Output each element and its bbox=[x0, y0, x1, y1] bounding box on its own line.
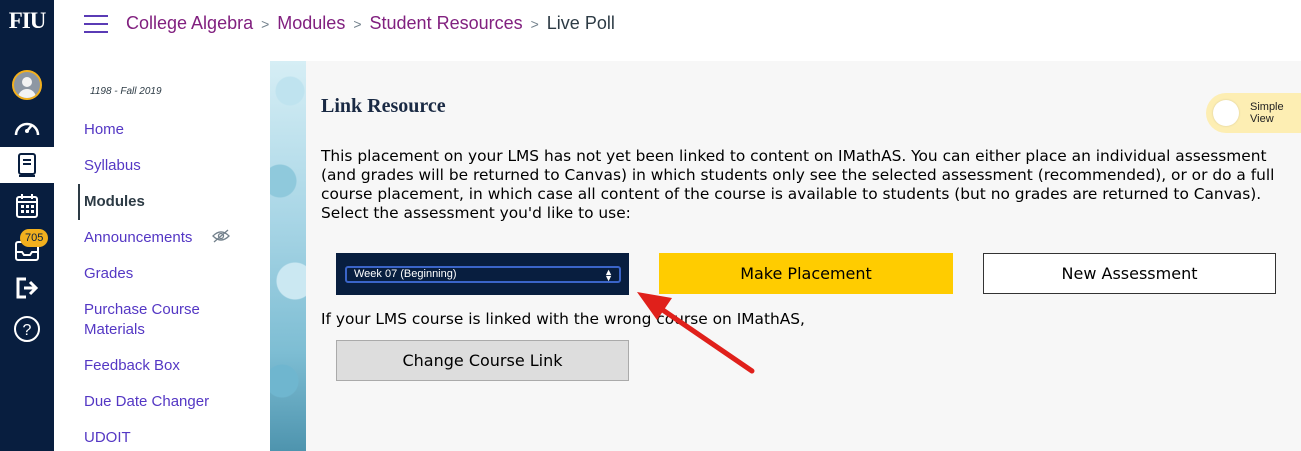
global-nav: FIU 705 ? bbox=[0, 0, 54, 451]
svg-text:?: ? bbox=[23, 322, 32, 339]
course-nav-grades[interactable]: Grades bbox=[84, 264, 133, 284]
dashboard-icon bbox=[14, 122, 40, 136]
calendar-nav[interactable] bbox=[0, 188, 54, 224]
course-nav-home[interactable]: Home bbox=[84, 120, 124, 140]
course-nav-announcements[interactable]: Announcements bbox=[84, 228, 192, 248]
breadcrumb-separator: > bbox=[530, 16, 539, 32]
background-art bbox=[270, 61, 306, 451]
courses-icon bbox=[18, 153, 36, 177]
logout-icon bbox=[16, 277, 39, 299]
breadcrumb-student-resources[interactable]: Student Resources bbox=[370, 13, 523, 33]
account-icon bbox=[12, 70, 42, 100]
change-course-link-button[interactable]: Change Course Link bbox=[336, 340, 629, 381]
breadcrumb-separator: > bbox=[261, 16, 270, 32]
inbox-badge: 705 bbox=[20, 229, 49, 247]
page-title: Link Resource bbox=[321, 95, 446, 117]
breadcrumb: College Algebra > Modules > Student Resource… bbox=[126, 13, 615, 34]
new-assessment-button[interactable]: New Assessment bbox=[983, 253, 1276, 294]
course-term: 1198 - Fall 2019 bbox=[90, 86, 162, 97]
description-block: This placement on your LMS has not yet b… bbox=[321, 147, 1281, 223]
course-nav-udoit[interactable]: UDOIT bbox=[84, 428, 131, 448]
wrong-course-text: If your LMS course is linked with the wr… bbox=[321, 310, 805, 328]
select-prompt: Select the assessment you'd like to use: bbox=[321, 204, 631, 222]
course-nav-feedback-box[interactable]: Feedback Box bbox=[84, 356, 180, 376]
dashboard-nav[interactable] bbox=[0, 110, 54, 146]
assessment-select[interactable]: Week 07 (Beginning) ▲ ▼ bbox=[345, 266, 621, 283]
select-arrows-icon: ▲ ▼ bbox=[604, 267, 613, 283]
calendar-icon bbox=[16, 194, 38, 218]
assessment-select-wrapper: Week 07 (Beginning) ▲ ▼ bbox=[336, 253, 629, 295]
course-nav-modules[interactable]: Modules bbox=[84, 192, 145, 212]
assessment-select-value: Week 07 (Beginning) bbox=[354, 268, 457, 280]
fiu-logo[interactable]: FIU bbox=[0, 8, 54, 48]
toggle-knob bbox=[1213, 100, 1239, 126]
hidden-eye-icon bbox=[212, 229, 230, 243]
breadcrumb-modules[interactable]: Modules bbox=[277, 13, 345, 33]
account-nav[interactable] bbox=[0, 67, 54, 103]
breadcrumb-course[interactable]: College Algebra bbox=[126, 13, 253, 33]
logo-text: FIU bbox=[8, 8, 47, 33]
course-nav-syllabus[interactable]: Syllabus bbox=[84, 156, 141, 176]
hamburger-menu-icon[interactable] bbox=[84, 15, 108, 33]
active-indicator bbox=[78, 184, 80, 220]
breadcrumb-separator: > bbox=[353, 16, 362, 32]
help-icon: ? bbox=[14, 316, 40, 342]
make-placement-button[interactable]: Make Placement bbox=[659, 253, 953, 294]
course-nav-due-date-changer[interactable]: Due Date Changer bbox=[84, 392, 209, 412]
help-nav[interactable]: ? bbox=[0, 311, 54, 347]
simple-view-label: Simple View bbox=[1250, 101, 1284, 125]
courses-nav[interactable] bbox=[0, 147, 54, 183]
course-nav-purchase-materials[interactable]: Purchase Course Materials bbox=[84, 300, 234, 340]
placement-description: This placement on your LMS has not yet b… bbox=[321, 147, 1275, 203]
breadcrumb-current: Live Poll bbox=[546, 13, 615, 33]
logout-nav[interactable] bbox=[0, 270, 54, 306]
simple-view-toggle[interactable]: Simple View bbox=[1206, 93, 1301, 133]
